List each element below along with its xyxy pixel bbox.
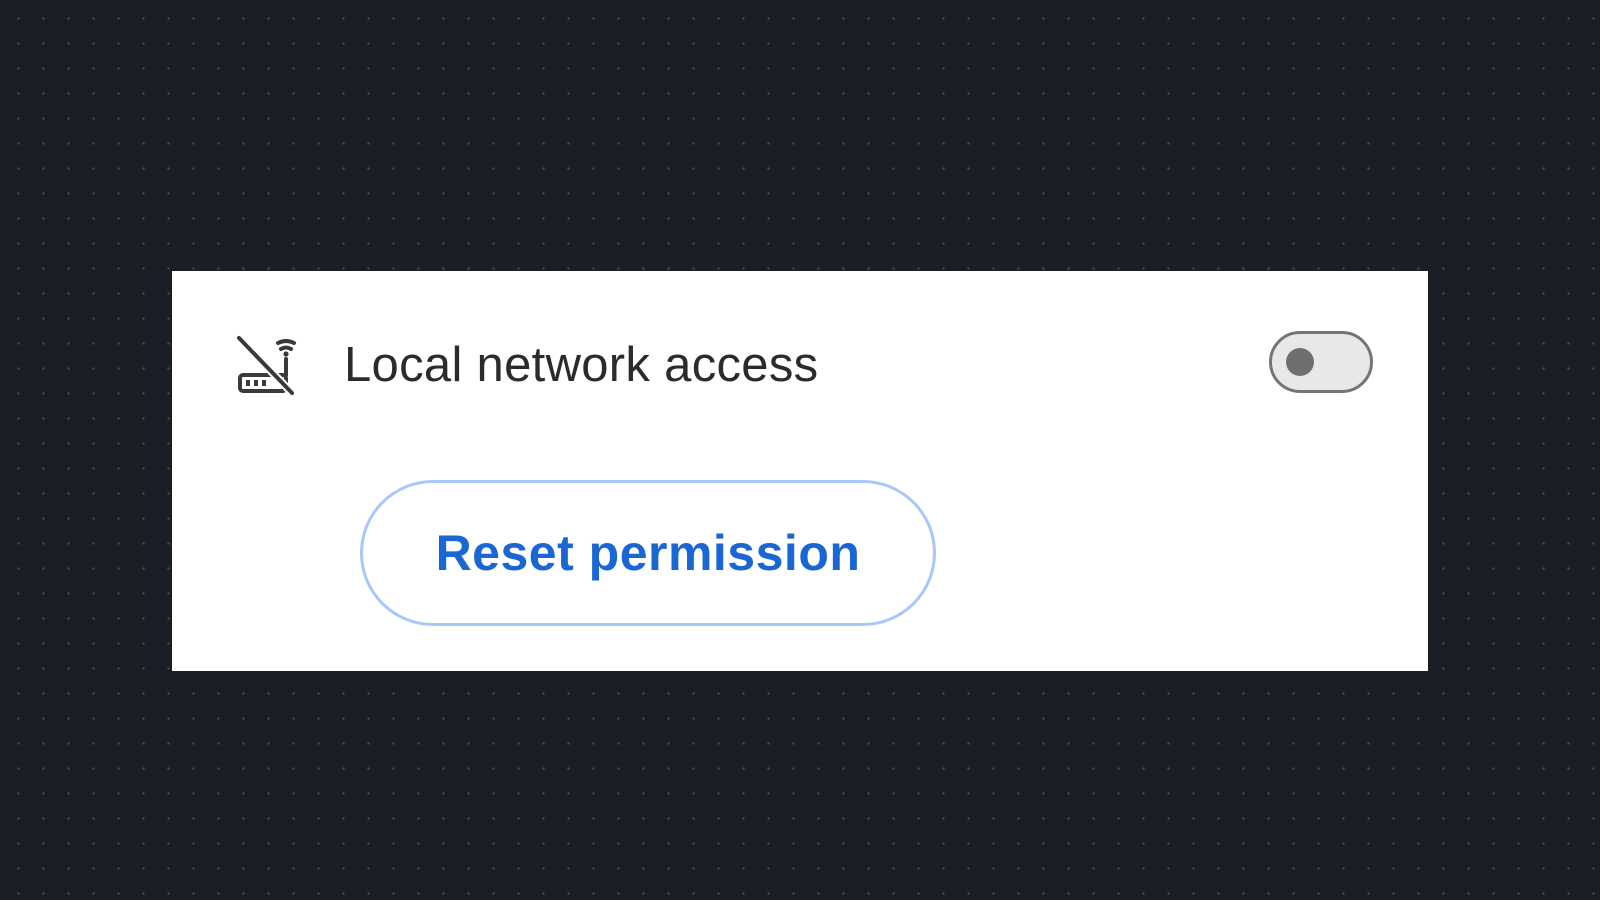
permission-label: Local network access: [344, 338, 819, 392]
reset-permission-button[interactable]: Reset permission: [360, 480, 936, 626]
permission-row-local-network: Local network access: [172, 271, 1428, 461]
local-network-off-icon: [234, 331, 300, 397]
permission-panel: Local network access Reset permission: [172, 271, 1428, 671]
toggle-knob: [1286, 348, 1314, 376]
local-network-toggle[interactable]: [1269, 331, 1373, 393]
